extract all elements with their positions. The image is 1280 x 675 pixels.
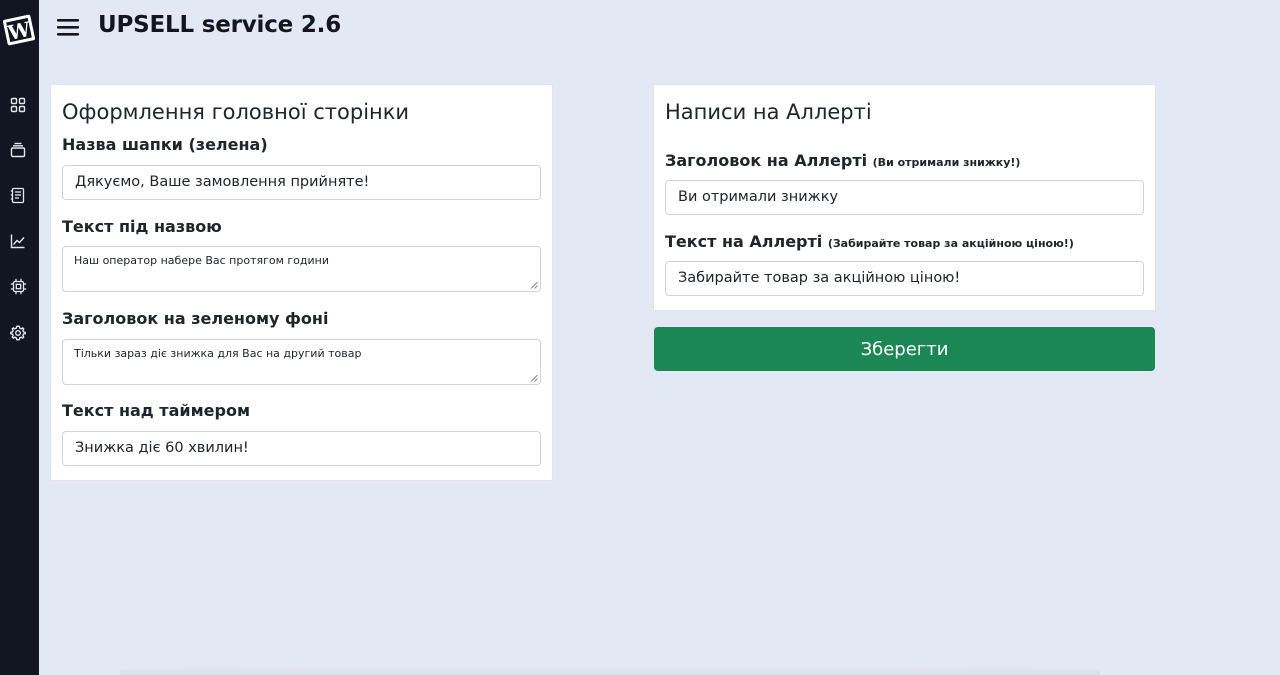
menu-hamburger-icon[interactable] — [57, 18, 80, 37]
layers-icon[interactable] — [9, 141, 27, 159]
alert-text-input[interactable]: Забирайте товар за акційною ціною! — [665, 261, 1144, 296]
header-name-label: Назва шапки (зелена) — [62, 135, 268, 154]
subtitle-text-label: Текст під назвою — [62, 217, 222, 236]
alert-text-label-text: Текст на Аллерті — [665, 232, 823, 251]
alert-settings-card: Написи на Аллерті Заголовок на Аллерті (… — [653, 84, 1156, 311]
timer-text-label: Текст над таймером — [62, 401, 251, 420]
timer-text-input[interactable]: Знижка діє 60 хвилин! — [62, 431, 541, 466]
header-name-input[interactable]: Дякуємо, Ваше замовлення прийняте! — [62, 165, 541, 200]
main-page-settings-card: Оформлення головної сторінки Назва шапки… — [50, 84, 553, 481]
alert-heading-label: Заголовок на Аллерті (Ви отримали знижку… — [665, 151, 1020, 170]
card-title: Написи на Аллерті — [665, 100, 872, 124]
alert-heading-label-text: Заголовок на Аллерті — [665, 151, 868, 170]
green-heading-value: Тільки зараз діє знижка для Вас на други… — [74, 347, 362, 360]
sidebar: W — [0, 0, 39, 675]
alert-text-hint: (Забирайте товар за акційною ціною!) — [827, 237, 1074, 250]
bottom-shadow — [120, 665, 1100, 675]
logo-w-icon[interactable]: W — [2, 12, 37, 48]
save-button[interactable]: Зберегти — [654, 327, 1155, 371]
resize-grip-icon[interactable] — [530, 374, 538, 382]
document-list-icon[interactable] — [9, 186, 27, 204]
chart-line-icon[interactable] — [9, 232, 27, 250]
alert-text-label: Текст на Аллерті (Забирайте товар за акц… — [665, 232, 1074, 251]
alert-heading-hint: (Ви отримали знижку!) — [872, 156, 1021, 169]
resize-grip-icon[interactable] — [530, 281, 538, 289]
card-title: Оформлення головної сторінки — [62, 100, 410, 124]
green-heading-label: Заголовок на зеленому фоні — [62, 309, 329, 328]
subtitle-text-textarea[interactable]: Наш оператор набере Вас протягом години — [62, 246, 541, 292]
green-heading-textarea[interactable]: Тільки зараз діє знижка для Вас на други… — [62, 339, 541, 385]
dashboard-grid-icon[interactable] — [9, 96, 27, 114]
gear-icon[interactable] — [9, 324, 27, 342]
app-title: UPSELL service 2.6 — [98, 12, 342, 38]
chip-icon[interactable] — [9, 277, 27, 295]
subtitle-text-value: Наш оператор набере Вас протягом години — [74, 254, 330, 267]
alert-heading-input[interactable]: Ви отримали знижку — [665, 180, 1144, 215]
